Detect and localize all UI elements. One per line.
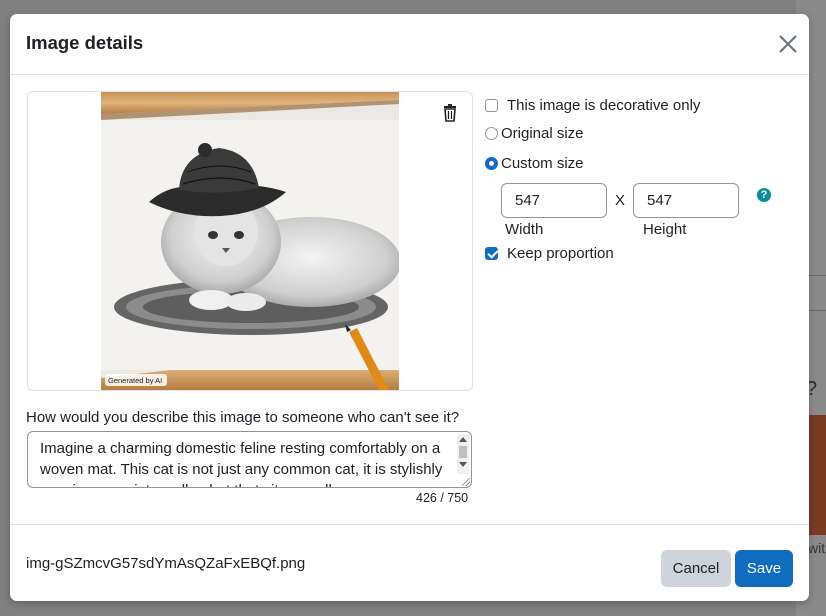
height-label: Height bbox=[643, 221, 687, 238]
close-icon bbox=[779, 35, 797, 53]
background-divider bbox=[808, 275, 826, 276]
decorative-row: This image is decorative only bbox=[485, 94, 700, 116]
scroll-up-icon[interactable] bbox=[459, 437, 467, 442]
delete-image-button[interactable] bbox=[442, 104, 458, 122]
ai-watermark: Generated by AI bbox=[108, 376, 162, 385]
image-preview-box: Generated by AI bbox=[27, 91, 473, 391]
custom-size-radio[interactable] bbox=[485, 156, 498, 170]
save-button[interactable]: Save bbox=[735, 550, 793, 587]
width-label: Width bbox=[505, 221, 544, 238]
cancel-button[interactable]: Cancel bbox=[661, 550, 731, 587]
dialog-footer: img-gSZmcvG57sdYmAsQZaFxEBQf.png Cancel … bbox=[10, 524, 809, 601]
custom-size-label: Custom size bbox=[501, 154, 584, 172]
height-input[interactable]: 547 bbox=[633, 183, 739, 218]
dialog-header: Image details bbox=[10, 14, 809, 75]
keep-proportion-label: Keep proportion bbox=[507, 244, 614, 262]
times-symbol: X bbox=[615, 192, 626, 209]
alt-text-value: Imagine a charming domestic feline resti… bbox=[40, 440, 443, 487]
keep-proportion-row: Keep proportion bbox=[485, 242, 614, 264]
file-name: img-gSZmcvG57sdYmAsQZaFxEBQf.png bbox=[26, 555, 306, 572]
custom-size-row: Custom size bbox=[485, 152, 584, 174]
image-preview: Generated by AI bbox=[101, 92, 399, 390]
decorative-label: This image is decorative only bbox=[507, 96, 701, 114]
original-size-row: Original size bbox=[485, 122, 584, 144]
original-size-radio[interactable] bbox=[485, 126, 498, 140]
scroll-thumb[interactable] bbox=[459, 446, 467, 458]
close-button[interactable] bbox=[777, 33, 799, 55]
image-options: This image is decorative only Original s… bbox=[485, 94, 805, 294]
trash-icon bbox=[444, 104, 456, 122]
width-input[interactable]: 547 bbox=[501, 183, 607, 218]
background-photo bbox=[808, 415, 826, 535]
textarea-scrollbar[interactable] bbox=[457, 434, 469, 474]
scroll-down-icon[interactable] bbox=[459, 462, 467, 467]
image-details-dialog: Image details Generated by AI This image… bbox=[10, 14, 809, 601]
background-divider bbox=[808, 310, 826, 311]
char-counter: 426 / 750 bbox=[416, 491, 469, 505]
resize-grip-icon[interactable] bbox=[462, 478, 470, 486]
decorative-checkbox[interactable] bbox=[485, 98, 498, 112]
alt-text-question: How would you describe this image to som… bbox=[26, 409, 460, 426]
background-text: wit bbox=[808, 540, 826, 556]
question-circle-icon[interactable]: ? bbox=[757, 188, 771, 202]
keep-proportion-checkbox[interactable] bbox=[485, 246, 498, 260]
dialog-title: Image details bbox=[26, 32, 144, 53]
original-size-label: Original size bbox=[501, 124, 584, 142]
alt-text-textarea[interactable]: Imagine a charming domestic feline resti… bbox=[27, 431, 472, 488]
